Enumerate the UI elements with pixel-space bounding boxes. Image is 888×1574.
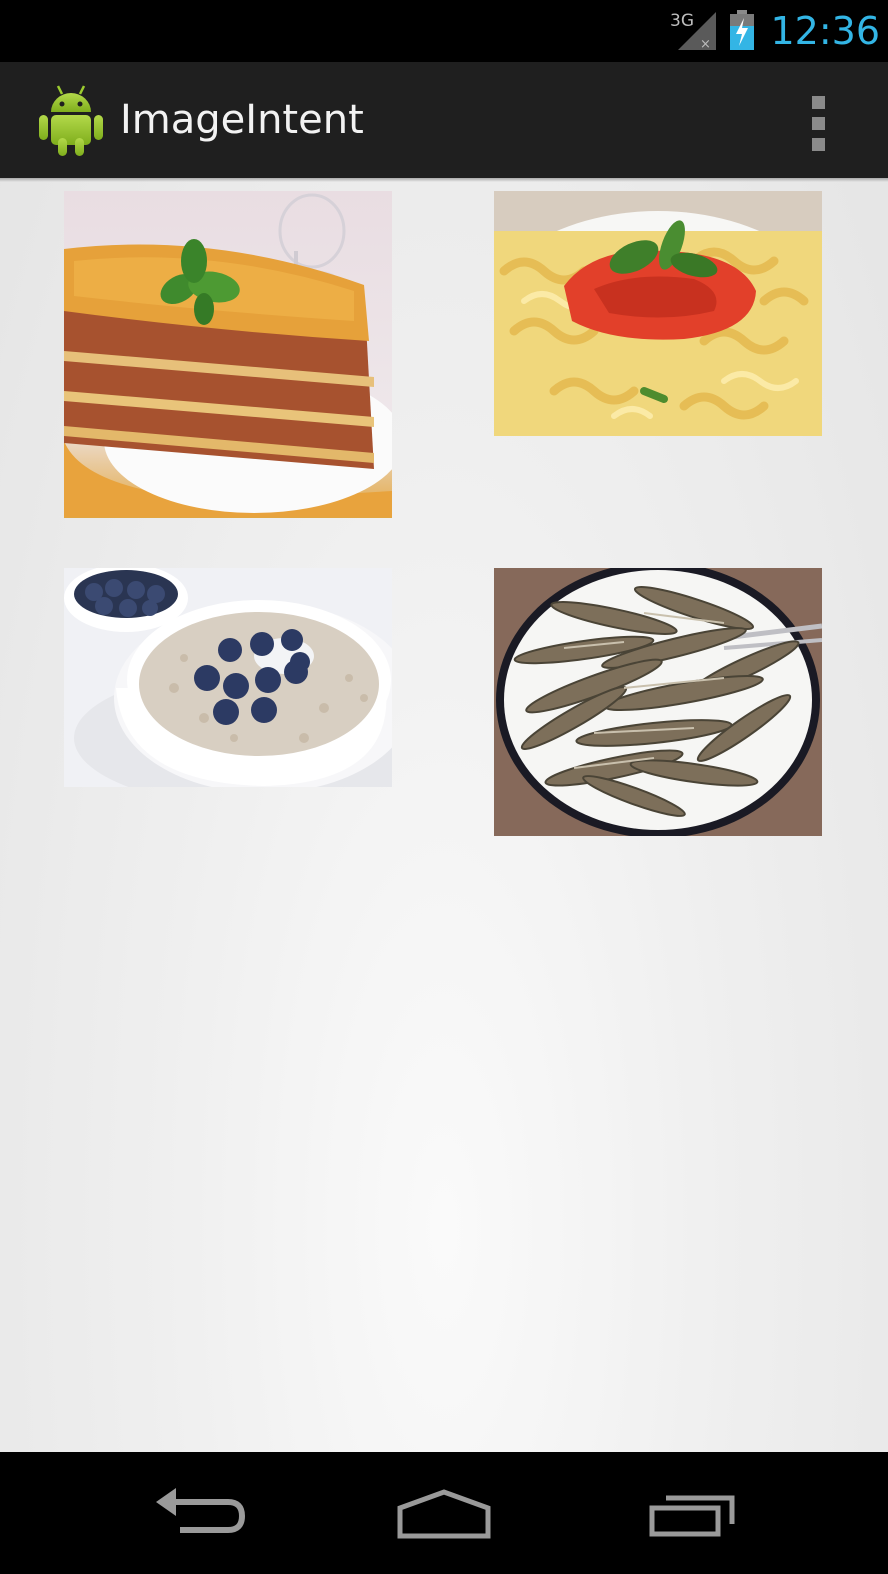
- home-icon[interactable]: [384, 1478, 504, 1548]
- status-bar: 3G × 12:36: [0, 0, 888, 62]
- svg-text:×: ×: [700, 37, 711, 52]
- overflow-menu-icon[interactable]: [798, 88, 838, 154]
- signal-3g-icon: 3G ×: [670, 11, 716, 52]
- android-robot-icon[interactable]: [36, 82, 106, 158]
- app-title: ImageIntent: [120, 97, 364, 143]
- action-bar: ImageIntent: [0, 62, 888, 182]
- back-icon[interactable]: [136, 1478, 256, 1548]
- lasagna-photo[interactable]: [64, 191, 392, 518]
- pasta-with-tomato-sauce-photo[interactable]: [494, 191, 822, 436]
- recent-apps-icon[interactable]: [632, 1478, 752, 1548]
- fried-anchovies-photo[interactable]: [494, 568, 822, 836]
- network-type-label: 3G: [670, 11, 694, 31]
- battery-charging-icon: [730, 10, 754, 50]
- navigation-bar: [0, 1452, 888, 1574]
- oatmeal-with-blueberries-photo[interactable]: [64, 568, 392, 787]
- clock: 12:36: [770, 9, 880, 53]
